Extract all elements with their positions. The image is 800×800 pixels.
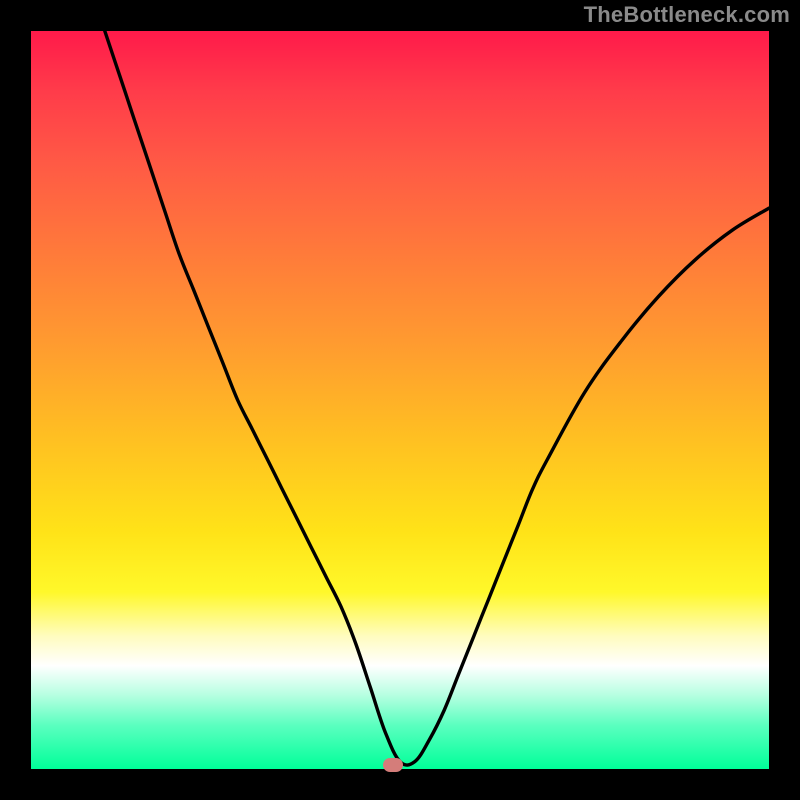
bottleneck-curve xyxy=(31,31,769,769)
watermark-text: TheBottleneck.com xyxy=(584,2,790,28)
chart-frame: TheBottleneck.com xyxy=(0,0,800,800)
minimum-marker xyxy=(383,758,403,772)
plot-area xyxy=(31,31,769,769)
